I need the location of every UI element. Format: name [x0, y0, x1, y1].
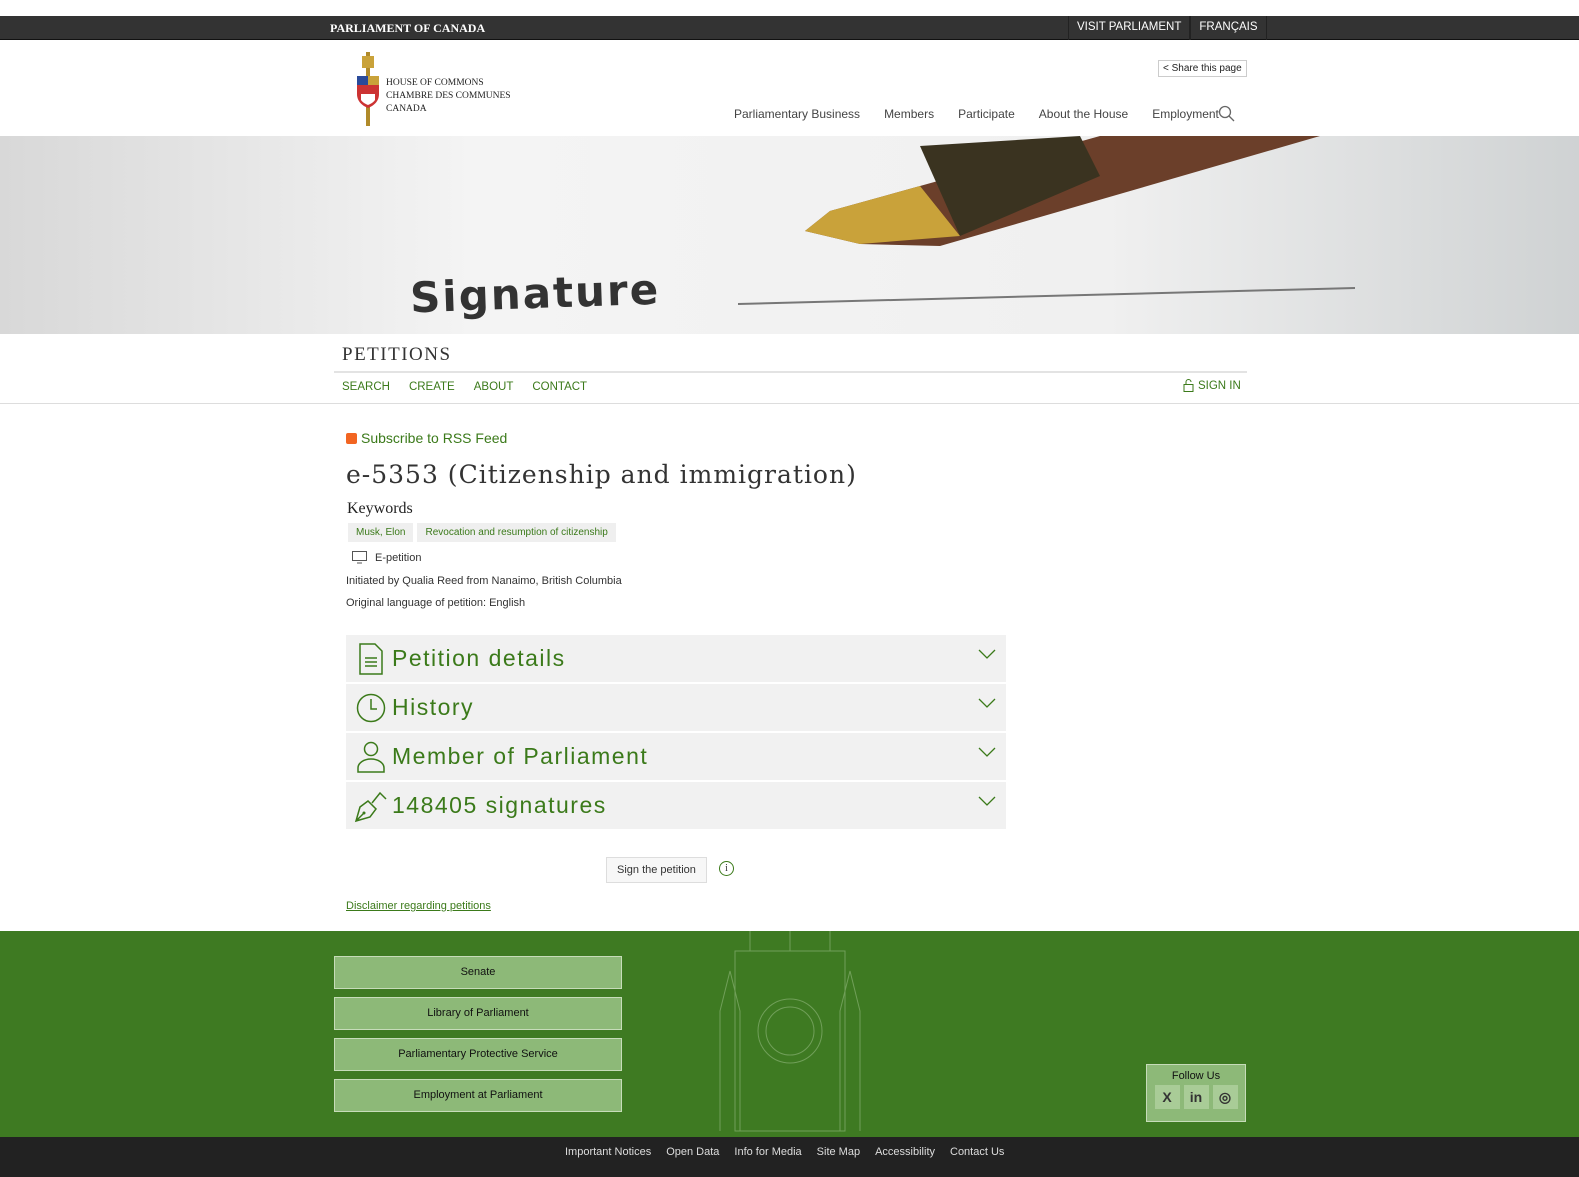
peace-tower-illustration — [719, 931, 861, 1132]
petition-type: E-petition — [375, 551, 422, 564]
visit-parliament-link[interactable]: VISIT PARLIAMENT — [1068, 16, 1191, 40]
library-of-parliament-button[interactable]: Library of Parliament — [334, 997, 622, 1030]
x-icon[interactable]: X — [1154, 1085, 1180, 1109]
accordion-label: History — [392, 694, 475, 720]
rss-label: Subscribe to RSS Feed — [361, 430, 508, 446]
person-icon — [357, 741, 385, 773]
footer: Senate Library of Parliament Parliamenta… — [0, 931, 1579, 1137]
original-language: Original language of petition: English — [346, 597, 526, 609]
keywords-heading: Keywords — [347, 500, 413, 517]
chevron-down-icon — [978, 649, 996, 659]
senate-button[interactable]: Senate — [334, 956, 622, 989]
keyword-tag[interactable]: Revocation and resumption of citizenship — [417, 523, 616, 542]
sign-petition-button[interactable]: Sign the petition — [606, 857, 707, 883]
top-bar: PARLIAMENT OF CANADA VISIT PARLIAMENT FR… — [0, 16, 1579, 40]
nav-participate[interactable]: Participate — [958, 107, 1015, 121]
employment-button[interactable]: Employment at Parliament — [334, 1079, 622, 1112]
chevron-down-icon — [978, 796, 996, 806]
linkedin-icon[interactable]: in — [1183, 1085, 1209, 1109]
share-icon: < — [1163, 63, 1169, 74]
link-open-data[interactable]: Open Data — [666, 1146, 719, 1158]
nav-contact[interactable]: CONTACT — [532, 381, 587, 393]
logo-line: CHAMBRE DES COMMUNES — [386, 91, 511, 101]
petitions-header: PETITIONS SEARCH CREATE ABOUT CONTACT SI… — [0, 334, 1579, 404]
clock-icon — [356, 693, 386, 722]
info-icon[interactable]: i — [719, 861, 734, 876]
follow-us-label: Follow Us — [1171, 1070, 1221, 1082]
logo-line: CANADA — [386, 104, 427, 114]
accordion-signatures[interactable]: 148405 signatures — [346, 782, 1006, 829]
link-contact-us[interactable]: Contact Us — [950, 1146, 1004, 1158]
sign-in-label: SIGN IN — [1198, 379, 1241, 392]
divider — [334, 371, 1247, 373]
accordion-label: Member of Parliament — [392, 743, 649, 769]
link-site-map[interactable]: Site Map — [817, 1146, 860, 1158]
initiated-by: Initiated by Qualia Reed from Nanaimo, B… — [346, 575, 622, 587]
nav-create[interactable]: CREATE — [409, 381, 455, 393]
share-button[interactable]: < Share this page — [1158, 60, 1247, 77]
pen-image — [737, 136, 1356, 305]
nav-search[interactable]: SEARCH — [342, 381, 390, 393]
chevron-down-icon — [978, 698, 996, 708]
follow-us-box: Follow Us X in ◎ — [1146, 1064, 1246, 1122]
sign-in-link[interactable]: SIGN IN — [1183, 379, 1241, 392]
banner-image-text: Signature — [409, 264, 661, 323]
accordion-petition-details[interactable]: Petition details — [346, 635, 1006, 682]
chevron-down-icon — [978, 747, 996, 757]
nav-employment[interactable]: Employment — [1152, 107, 1219, 121]
keyword-tag[interactable]: Musk, Elon — [348, 523, 414, 542]
accordion-label: Petition details — [392, 645, 566, 671]
language-toggle[interactable]: FRANÇAIS — [1190, 16, 1267, 40]
logo-line: HOUSE OF COMMONS — [386, 78, 484, 88]
monitor-icon — [352, 551, 367, 564]
nav-parliamentary-business[interactable]: Parliamentary Business — [734, 107, 860, 121]
nav-about[interactable]: ABOUT — [474, 381, 514, 393]
petition-title: e-5353 (Citizenship and immigration) — [346, 460, 857, 489]
rss-icon — [346, 432, 357, 444]
nav-members[interactable]: Members — [884, 107, 934, 121]
document-icon — [359, 642, 383, 675]
bottom-bar: Important Notices Open Data Info for Med… — [0, 1137, 1579, 1177]
accordion-member-of-parliament[interactable]: Member of Parliament — [346, 733, 1006, 780]
parliament-link[interactable]: PARLIAMENT OF CANADA — [330, 21, 485, 36]
accordion-label: 148405 signatures — [392, 792, 607, 818]
search-icon[interactable] — [1218, 105, 1236, 123]
nav-about-the-house[interactable]: About the House — [1039, 107, 1128, 121]
lock-icon — [1183, 379, 1194, 392]
disclaimer-link[interactable]: Disclaimer regarding petitions — [346, 900, 491, 912]
link-accessibility[interactable]: Accessibility — [875, 1146, 935, 1158]
hero-banner: Signature — [0, 136, 1579, 334]
pen-nib-icon — [354, 791, 387, 822]
mace-crest-icon — [357, 52, 379, 126]
protective-service-button[interactable]: Parliamentary Protective Service — [334, 1038, 622, 1071]
house-of-commons-logo[interactable]: HOUSE OF COMMONS CHAMBRE DES COMMUNES CA… — [356, 52, 511, 126]
link-info-for-media[interactable]: Info for Media — [734, 1146, 801, 1158]
share-label: Share this page — [1171, 63, 1242, 74]
accordion-history[interactable]: History — [346, 684, 1006, 731]
link-important-notices[interactable]: Important Notices — [565, 1146, 651, 1158]
instagram-icon[interactable]: ◎ — [1212, 1085, 1238, 1109]
section-title: PETITIONS — [342, 344, 452, 365]
main-nav: Parliamentary Business Members Participa… — [734, 107, 1219, 121]
site-header: HOUSE OF COMMONS CHAMBRE DES COMMUNES CA… — [0, 40, 1579, 136]
rss-link[interactable]: Subscribe to RSS Feed — [346, 430, 507, 446]
